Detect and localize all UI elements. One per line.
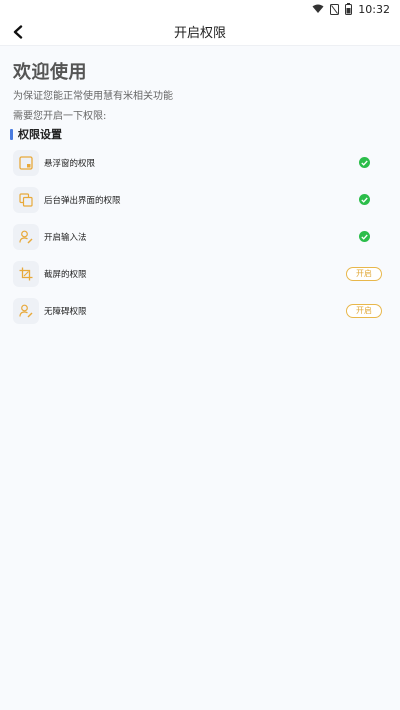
status-bar: 10:32	[0, 0, 400, 18]
permission-label: 悬浮窗的权限	[44, 158, 96, 169]
permission-list: 悬浮窗的权限 后台弹出界面的权限 开启输入法 截屏的权限 开启 无障碍权限 开启	[0, 144, 400, 329]
permission-item-floating-window[interactable]: 悬浮窗的权限	[0, 144, 400, 181]
permission-item-accessibility[interactable]: 无障碍权限 开启	[0, 292, 400, 329]
crop-icon	[13, 260, 39, 287]
enable-accessibility-button[interactable]: 开启	[346, 303, 382, 318]
section-header: 权限设置	[10, 126, 62, 142]
permission-label: 无障碍权限	[44, 306, 87, 317]
permission-item-background-popup[interactable]: 后台弹出界面的权限	[0, 181, 400, 218]
permission-item-screenshot[interactable]: 截屏的权限 开启	[0, 255, 400, 292]
welcome-heading: 欢迎使用	[13, 62, 87, 83]
check-circle-icon	[359, 157, 370, 168]
check-circle-icon	[359, 231, 370, 242]
back-button[interactable]	[8, 22, 28, 42]
page-title: 开启权限	[173, 26, 226, 41]
nav-bar: 开启权限	[0, 18, 400, 46]
enable-screenshot-button[interactable]: 开启	[346, 266, 382, 281]
section-accent-bar	[10, 128, 13, 140]
status-time: 10:32	[358, 2, 390, 16]
accessibility-user-icon	[13, 297, 39, 324]
intro-prompt: 需要您开启一下权限:	[13, 111, 107, 122]
permission-label: 开启输入法	[44, 232, 87, 243]
chevron-left-icon	[13, 25, 23, 39]
permission-label: 截屏的权限	[44, 269, 87, 280]
battery-icon	[345, 3, 353, 15]
intro-subtitle: 为保证您能正常使用慧有米相关功能	[13, 91, 173, 102]
sim-off-icon	[330, 3, 340, 15]
popup-window-icon	[13, 186, 39, 213]
floating-window-icon	[13, 149, 39, 176]
section-title: 权限设置	[18, 128, 62, 141]
check-circle-icon	[359, 194, 370, 205]
permission-label: 后台弹出界面的权限	[44, 195, 121, 206]
wifi-icon	[312, 4, 324, 14]
permission-item-input-method[interactable]: 开启输入法	[0, 218, 400, 255]
user-edit-icon	[13, 223, 39, 250]
